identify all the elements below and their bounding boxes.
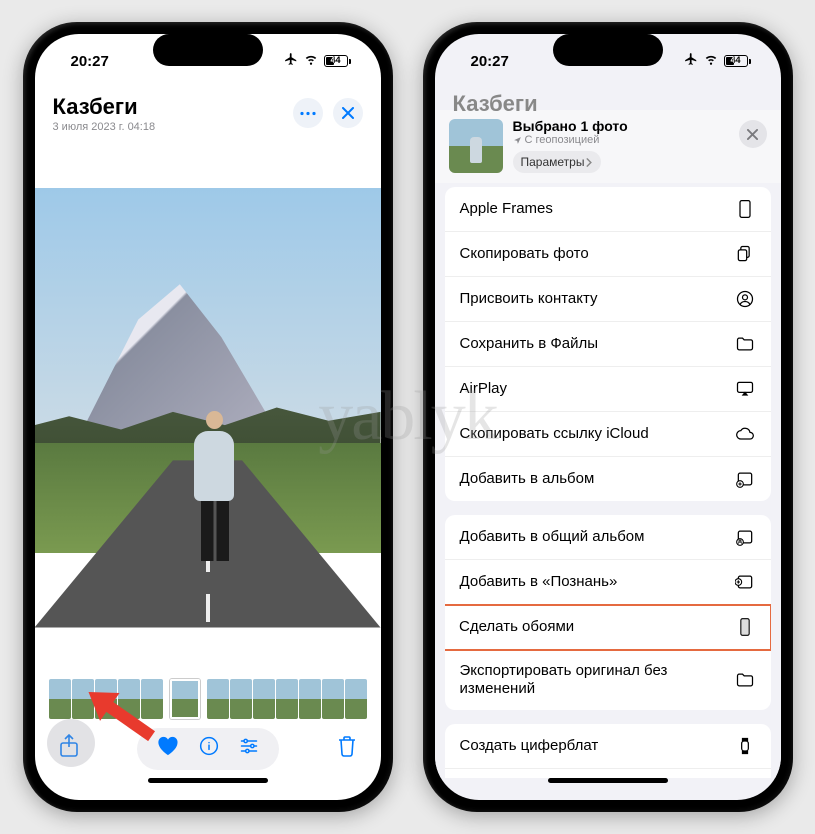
action-contact[interactable]: Присвоить контакту xyxy=(445,277,771,322)
airplane-icon xyxy=(284,52,298,70)
folder-icon xyxy=(734,670,756,690)
action-copy[interactable]: Скопировать фото xyxy=(445,232,771,277)
action-label: Скопировать ссылку iCloud xyxy=(460,425,734,443)
close-sheet-button[interactable] xyxy=(739,120,767,148)
home-indicator[interactable] xyxy=(548,778,668,783)
shared-album-icon xyxy=(734,527,756,547)
action-label: Добавить в общий альбом xyxy=(460,528,734,546)
action-album-plus[interactable]: Добавить в альбом xyxy=(445,457,771,501)
action-label: Добавить в «Познань» xyxy=(460,573,734,591)
album-add-icon xyxy=(734,572,756,592)
copy-icon xyxy=(734,244,756,264)
action-album-add[interactable]: Добавить в «Познань» xyxy=(445,560,771,605)
phone-left: 20:27 44 Казбеги 3 июля 2023 г. 04:18 xyxy=(23,22,393,812)
actions-list[interactable]: Apple Frames Скопировать фото Присвоить ко… xyxy=(435,183,781,778)
info-button[interactable] xyxy=(199,736,219,762)
home-indicator[interactable] xyxy=(148,778,268,783)
action-phone[interactable]: Apple Frames xyxy=(445,187,771,232)
favorite-button[interactable] xyxy=(157,736,179,762)
airplay-icon xyxy=(734,379,756,399)
more-button[interactable] xyxy=(293,98,323,128)
action-label: Apple Frames xyxy=(460,200,734,218)
status-time: 20:27 xyxy=(471,53,509,70)
options-button[interactable]: Параметры xyxy=(513,151,602,173)
action-label: Экспортировать оригинал без изменений xyxy=(460,662,734,698)
photo-date: 3 июля 2023 г. 04:18 xyxy=(53,121,156,133)
status-time: 20:27 xyxy=(71,53,109,70)
watch-icon xyxy=(734,736,756,756)
trash-button[interactable] xyxy=(337,735,357,763)
album-plus-icon xyxy=(734,469,756,489)
action-shared-album[interactable]: Добавить в общий альбом xyxy=(445,515,771,560)
adjust-button[interactable] xyxy=(239,736,259,762)
wallpaper-icon xyxy=(734,617,756,637)
share-geo: С геопозицией xyxy=(513,134,729,146)
wifi-icon xyxy=(303,52,319,70)
background-title: Казбеги xyxy=(453,91,538,117)
photo-image xyxy=(35,188,381,628)
action-label: AirPlay xyxy=(460,380,734,398)
action-label: Присвоить контакту xyxy=(460,290,734,308)
action-wallpaper[interactable]: Сделать обоями xyxy=(445,605,771,650)
folder-icon xyxy=(734,334,756,354)
action-print[interactable]: Напечатать xyxy=(445,769,771,778)
share-thumbnail xyxy=(449,119,503,173)
action-folder[interactable]: Сохранить в Файлы xyxy=(445,322,771,367)
phone-right: 20:27 44 Казбеги Выбрано 1 фото xyxy=(423,22,793,812)
dynamic-island xyxy=(553,34,663,66)
wifi-icon xyxy=(703,52,719,70)
phone-icon xyxy=(734,199,756,219)
battery-icon: 44 xyxy=(724,55,751,67)
close-button[interactable] xyxy=(333,98,363,128)
action-watch[interactable]: Создать циферблат xyxy=(445,724,771,769)
action-folder[interactable]: Экспортировать оригинал без изменений xyxy=(445,650,771,710)
action-label: Создать циферблат xyxy=(460,737,734,755)
airplane-icon xyxy=(684,52,698,70)
action-label: Сделать обоями xyxy=(459,618,734,636)
dynamic-island xyxy=(153,34,263,66)
photo-viewer[interactable] xyxy=(35,137,381,678)
battery-icon: 44 xyxy=(324,55,351,67)
action-cloud[interactable]: Скопировать ссылку iCloud xyxy=(445,412,771,457)
action-airplay[interactable]: AirPlay xyxy=(445,367,771,412)
action-label: Сохранить в Файлы xyxy=(460,335,734,353)
share-sheet-header: Выбрано 1 фото С геопозицией Параметры xyxy=(435,110,781,183)
cloud-icon xyxy=(734,424,756,444)
contact-icon xyxy=(734,289,756,309)
action-label: Скопировать фото xyxy=(460,245,734,263)
page-title: Казбеги xyxy=(53,94,156,120)
share-highlight xyxy=(47,719,95,767)
share-title: Выбрано 1 фото xyxy=(513,118,729,134)
action-label: Добавить в альбом xyxy=(460,470,734,488)
